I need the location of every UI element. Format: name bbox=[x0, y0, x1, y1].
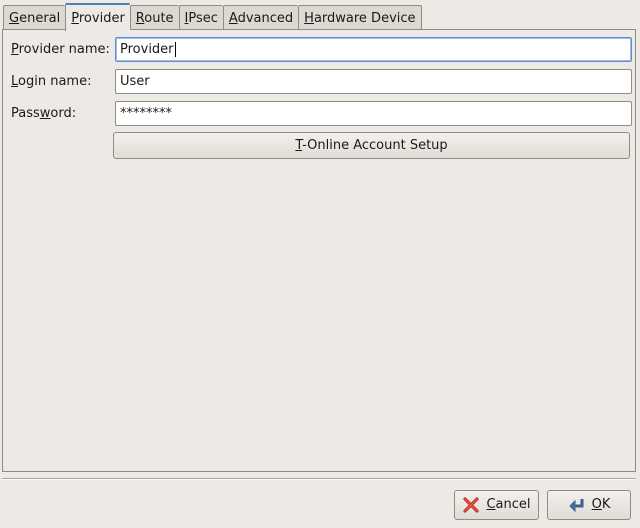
input-value: Provider bbox=[120, 42, 174, 57]
input-value: ******** bbox=[120, 106, 172, 121]
label-text: Pass bbox=[11, 106, 40, 121]
ok-return-icon bbox=[568, 496, 586, 514]
provider-tab-panel: Provider name: Provider Login name: User… bbox=[2, 29, 636, 472]
login-name-input[interactable]: User bbox=[115, 69, 632, 94]
provider-name-label: Provider name: bbox=[11, 42, 110, 57]
button-label: -Online Account Setup bbox=[302, 138, 448, 153]
button-text: K bbox=[601, 497, 611, 512]
tab-route[interactable]: Route bbox=[129, 5, 179, 30]
tab-bar: General Provider Route IPsec Advanced Ha… bbox=[3, 3, 422, 31]
mnemonic: H bbox=[304, 11, 314, 26]
input-value: User bbox=[120, 74, 150, 89]
tab-label: rovider bbox=[78, 11, 125, 26]
text-caret bbox=[174, 42, 176, 57]
label-text: rovider name: bbox=[18, 42, 110, 57]
mnemonic: O bbox=[591, 497, 602, 512]
label-text: ogin name: bbox=[18, 74, 92, 89]
mnemonic: A bbox=[228, 11, 238, 26]
mnemonic: G bbox=[9, 11, 20, 26]
mnemonic: R bbox=[135, 11, 145, 26]
button-text: ancel bbox=[495, 497, 531, 512]
tab-label: ardware Device bbox=[313, 11, 416, 26]
tab-label: Psec bbox=[188, 11, 218, 26]
tab-general[interactable]: General bbox=[3, 5, 66, 30]
cancel-label: Cancel bbox=[486, 491, 530, 519]
mnemonic: C bbox=[486, 497, 496, 512]
mnemonic: w bbox=[39, 106, 51, 121]
tab-label: eneral bbox=[19, 11, 61, 26]
tab-ipsec[interactable]: IPsec bbox=[178, 5, 223, 30]
dialog-separator bbox=[2, 478, 636, 480]
login-name-label: Login name: bbox=[11, 74, 91, 89]
password-input[interactable]: ******** bbox=[115, 101, 632, 126]
tab-provider[interactable]: Provider bbox=[65, 3, 130, 31]
t-online-account-setup-button[interactable]: T-Online Account Setup bbox=[113, 132, 630, 159]
tab-label: oute bbox=[144, 11, 174, 26]
mnemonic: L bbox=[11, 74, 19, 89]
cancel-x-icon bbox=[462, 496, 480, 514]
cancel-button[interactable]: Cancel bbox=[454, 490, 539, 520]
tab-label: dvanced bbox=[237, 11, 294, 26]
password-label: Password: bbox=[11, 106, 76, 121]
provider-name-input[interactable]: Provider bbox=[115, 37, 632, 62]
label-text: ord: bbox=[50, 106, 77, 121]
mnemonic: P bbox=[71, 11, 79, 26]
mnemonic: P bbox=[11, 42, 19, 57]
ok-button[interactable]: OK bbox=[547, 490, 631, 520]
tab-hardware-device[interactable]: Hardware Device bbox=[298, 5, 422, 30]
tab-advanced[interactable]: Advanced bbox=[222, 5, 299, 30]
ok-label: OK bbox=[592, 491, 611, 519]
